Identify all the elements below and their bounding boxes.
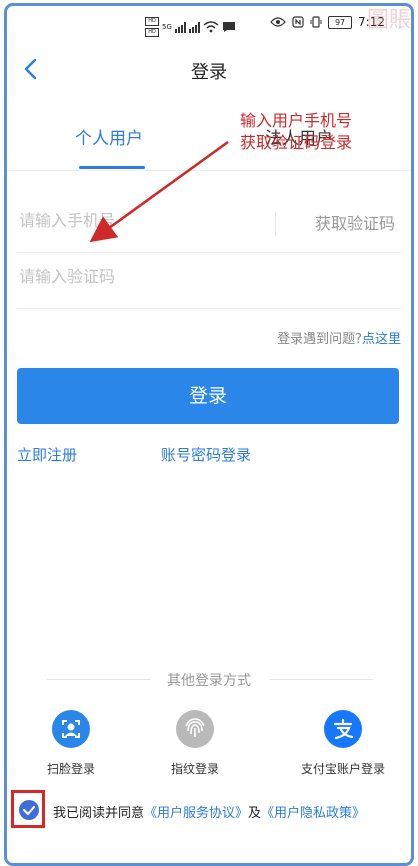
battery-icon: 97 bbox=[328, 15, 353, 29]
fingerprint-icon bbox=[176, 710, 214, 748]
agree-checkbox[interactable] bbox=[19, 800, 39, 820]
get-code-button[interactable]: 获取验证码 bbox=[315, 210, 395, 234]
nfc-icon bbox=[292, 16, 304, 28]
hd-icon: HD HD bbox=[145, 17, 159, 37]
fingerprint-login-option[interactable]: 指纹登录 bbox=[135, 710, 255, 777]
status-left: HD HD 5G bbox=[145, 17, 236, 37]
fingerprint-login-label: 指纹登录 bbox=[170, 762, 219, 776]
agreement-text: 我已阅读并同意《用户服务协议》及《用户隐私政策》 bbox=[53, 802, 365, 821]
status-bar: HD HD 5G 97 7:12 bbox=[7, 6, 411, 40]
account-password-login-link[interactable]: 账号密码登录 bbox=[161, 444, 251, 465]
active-tab-indicator bbox=[79, 166, 145, 169]
code-input[interactable] bbox=[17, 266, 261, 287]
eye-icon bbox=[270, 17, 286, 27]
annotation-text: 输入用户手机号 获取验证码登录 bbox=[240, 110, 352, 154]
help-link[interactable]: 点这里 bbox=[362, 332, 401, 347]
service-agreement-link[interactable]: 《用户服务协议》 bbox=[144, 806, 248, 821]
alipay-login-option[interactable]: 支付宝账户登录 bbox=[283, 710, 403, 777]
annotation-line-1: 输入用户手机号 bbox=[240, 111, 353, 130]
alipay-login-label: 支付宝账户登录 bbox=[300, 762, 385, 776]
divider-right bbox=[269, 679, 373, 680]
help-text: 登录遇到问题? bbox=[277, 332, 362, 347]
code-field bbox=[17, 252, 401, 309]
other-login-title: 其他登录方式 bbox=[167, 673, 251, 689]
signal-icon bbox=[174, 21, 186, 33]
phone-input[interactable] bbox=[17, 210, 261, 231]
checkmark-icon bbox=[23, 806, 35, 815]
phone-field: 获取验证码 bbox=[17, 196, 401, 253]
help-row: 登录遇到问题?点这里 bbox=[277, 328, 401, 347]
message-icon bbox=[222, 22, 235, 32]
face-login-option[interactable]: 扫脸登录 bbox=[11, 710, 131, 777]
tabs-divider bbox=[7, 170, 411, 171]
face-scan-icon bbox=[52, 710, 90, 748]
vibrate-icon bbox=[310, 16, 322, 28]
tab-personal-user[interactable]: 个人用户 bbox=[75, 124, 143, 149]
phone-frame: HD HD 5G 97 7:12 圖賬 登录 个人用户 法人用户 请输入手机号 … bbox=[4, 3, 414, 866]
agreement-and: 及 bbox=[248, 806, 262, 821]
alipay-icon bbox=[324, 710, 362, 748]
register-link[interactable]: 立即注册 bbox=[17, 444, 77, 465]
page-title: 登录 bbox=[191, 62, 227, 83]
nav-bar: 登录 bbox=[7, 50, 411, 94]
hd-label-top: HD bbox=[145, 17, 159, 26]
network-label: 5G bbox=[162, 23, 172, 31]
wifi-icon bbox=[203, 21, 219, 33]
agreement-prefix: 我已阅读并同意 bbox=[53, 806, 145, 821]
privacy-policy-link[interactable]: 《用户隐私政策》 bbox=[261, 806, 365, 821]
hd-label-bottom: HD bbox=[145, 28, 159, 37]
signal-icon-2 bbox=[188, 21, 200, 33]
annotation-line-2: 获取验证码登录 bbox=[240, 133, 353, 152]
agreement-row: 我已阅读并同意《用户服务协议》及《用户隐私政策》 bbox=[7, 790, 411, 830]
login-button[interactable]: 登录 bbox=[17, 368, 399, 424]
face-login-label: 扫脸登录 bbox=[46, 762, 95, 776]
field-separator bbox=[275, 212, 276, 236]
